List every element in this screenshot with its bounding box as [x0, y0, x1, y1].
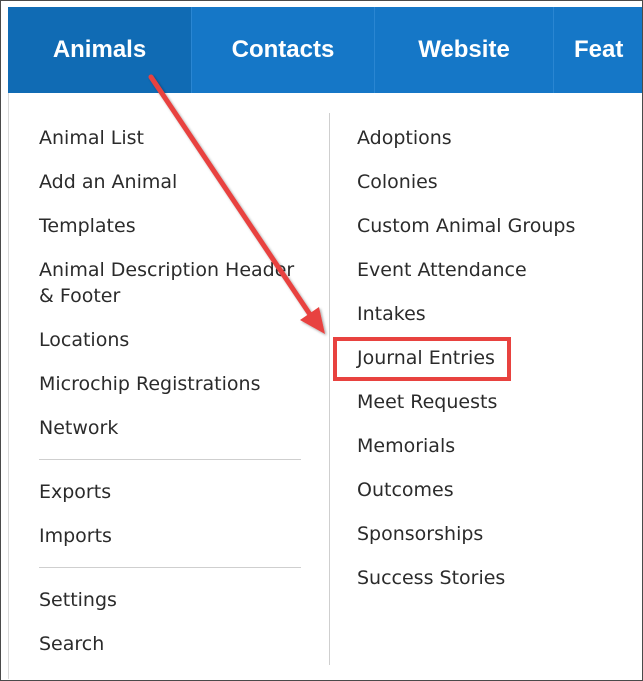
menu-divider	[39, 459, 301, 460]
left-edge-strip	[2, 93, 9, 679]
menu-item-network[interactable]: Network	[39, 415, 118, 441]
menu-item-settings[interactable]: Settings	[39, 587, 117, 613]
menu-item-description-header-footer[interactable]: Animal Description Header & Footer	[39, 257, 299, 309]
highlight-box	[333, 337, 511, 381]
menu-item-exports[interactable]: Exports	[39, 479, 111, 505]
nav-tab-contacts[interactable]: Contacts	[192, 7, 374, 93]
menu-item-memorials[interactable]: Memorials	[357, 433, 455, 459]
top-navbar: Animals Contacts Website Feat	[8, 7, 642, 93]
menu-item-adoptions[interactable]: Adoptions	[357, 125, 452, 151]
menu-item-locations[interactable]: Locations	[39, 327, 129, 353]
nav-tab-animals[interactable]: Animals	[8, 7, 191, 93]
menu-item-colonies[interactable]: Colonies	[357, 169, 438, 195]
menu-item-sponsorships[interactable]: Sponsorships	[357, 521, 483, 547]
menu-item-outcomes[interactable]: Outcomes	[357, 477, 454, 503]
menu-item-add-animal[interactable]: Add an Animal	[39, 169, 177, 195]
menu-item-animal-list[interactable]: Animal List	[39, 125, 144, 151]
screenshot-frame: Animals Contacts Website Feat Animal Lis…	[0, 0, 643, 681]
menu-item-intakes[interactable]: Intakes	[357, 301, 426, 327]
menu-item-imports[interactable]: Imports	[39, 523, 112, 549]
menu-item-microchip-registrations[interactable]: Microchip Registrations	[39, 371, 260, 397]
nav-tab-website[interactable]: Website	[375, 7, 553, 93]
nav-tab-features[interactable]: Feat	[554, 7, 642, 93]
menu-divider	[39, 567, 301, 568]
arrow-head	[300, 307, 325, 334]
menu-item-custom-animal-groups[interactable]: Custom Animal Groups	[357, 213, 575, 239]
menu-item-meet-requests[interactable]: Meet Requests	[357, 389, 497, 415]
menu-item-templates[interactable]: Templates	[39, 213, 136, 239]
menu-item-success-stories[interactable]: Success Stories	[357, 565, 505, 591]
menu-item-event-attendance[interactable]: Event Attendance	[357, 257, 527, 283]
column-divider	[329, 113, 330, 665]
menu-item-search[interactable]: Search	[39, 631, 104, 657]
